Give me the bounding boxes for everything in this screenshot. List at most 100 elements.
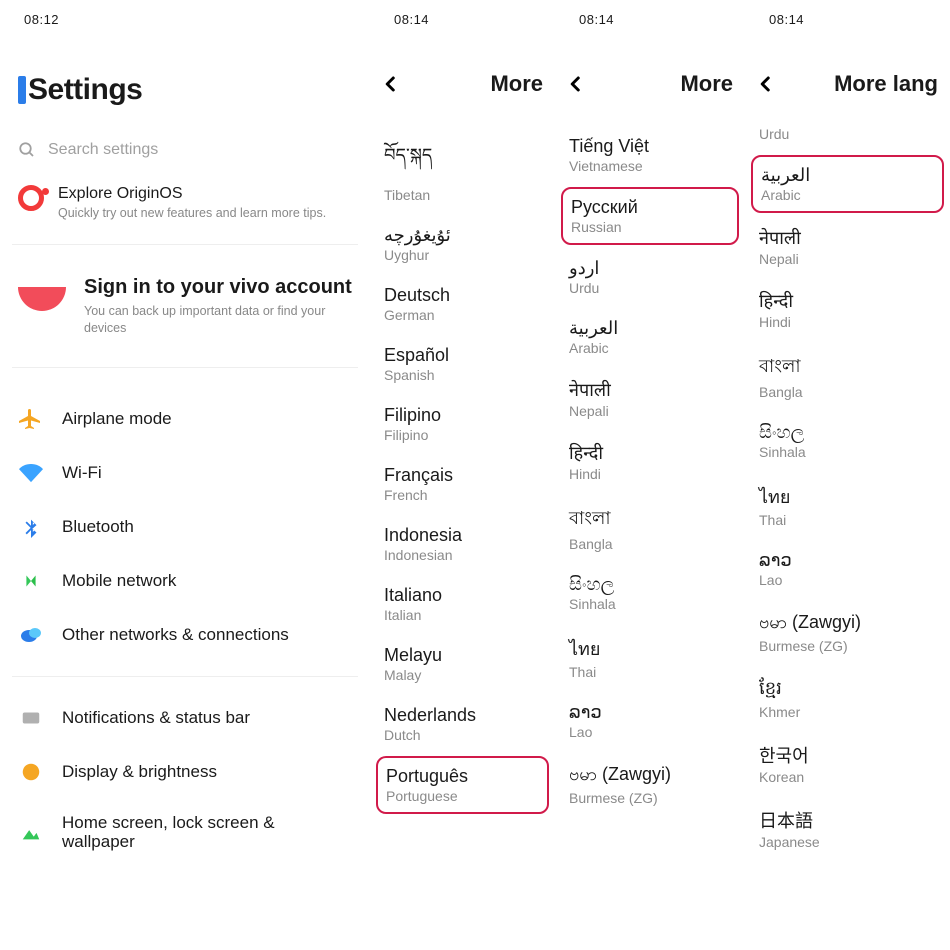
display-icon [18,759,44,785]
language-item[interactable]: Tiếng ViệtVietnamese [567,125,733,185]
language-item[interactable]: සිංහලSinhala [567,563,733,623]
language-item[interactable]: 한국어Korean [757,731,938,796]
language-item[interactable]: বাংলাBangla [567,493,733,563]
sign-in-account[interactable]: Sign in to your vivo account You can bac… [12,245,358,368]
setting-home-screen[interactable]: Home screen, lock screen & wallpaper [12,799,358,866]
language-item[interactable]: ဗမာ (Zawgyi)Burmese (ZG) [567,751,733,817]
setting-bluetooth[interactable]: Bluetooth [12,500,358,554]
language-english: Lao [569,724,731,740]
language-english: Lao [759,572,936,588]
language-item[interactable]: IndonesiaIndonesian [382,514,543,574]
language-list: Tiếng ViệtVietnameseРусскийRussianاردوUr… [567,125,733,817]
language-english: French [384,487,541,503]
back-button[interactable] [382,75,400,93]
language-item[interactable]: नेपालीNepali [567,367,733,430]
language-item[interactable]: العربيةArabic [567,307,733,367]
language-item[interactable]: हिन्दीHindi [567,430,733,493]
settings-title-text: Settings [28,73,142,107]
language-item[interactable]: EspañolSpanish [382,334,543,394]
language-item[interactable]: ລາວLao [757,539,938,599]
header-title: More [490,71,543,97]
status-time: 08:14 [757,0,938,35]
language-native: Indonesia [384,525,541,546]
status-time: 08:14 [567,0,733,35]
language-native: Italiano [384,585,541,606]
language-item[interactable]: हिन्दीHindi [757,278,938,341]
back-button[interactable] [567,75,585,93]
language-english: Indonesian [384,547,541,563]
language-english: Russian [571,219,729,235]
language-item[interactable]: اردوUrdu [567,247,733,307]
language-item[interactable]: РусскийRussian [561,187,739,245]
language-english: Khmer [759,704,936,720]
setting-wifi[interactable]: Wi-Fi [12,446,358,500]
language-item[interactable]: සිංහලSinhala [757,411,938,471]
language-item[interactable]: ไทยThai [567,623,733,691]
language-native: Español [384,345,541,366]
language-native: Tiếng Việt [569,136,731,157]
language-item[interactable]: FilipinoFilipino [382,394,543,454]
language-item[interactable]: DeutschGerman [382,274,543,334]
language-item[interactable]: བོད་སྐདTibetan [382,125,543,214]
setting-label: Other networks & connections [62,625,289,645]
language-english: Filipino [384,427,541,443]
language-native: ລາວ [569,702,731,723]
language-english: Tibetan [384,187,541,203]
language-item[interactable]: NederlandsDutch [382,694,543,754]
setting-mobile-network[interactable]: Mobile network [12,554,358,608]
language-english: Urdu [569,280,731,296]
mobile-network-icon [18,568,44,594]
language-item[interactable]: ລາວLao [567,691,733,751]
language-english: Thai [569,664,731,680]
language-item[interactable]: ខ្មែរKhmer [757,665,938,731]
language-item[interactable]: বাংলাBangla [757,341,938,411]
language-native: नेपाली [759,226,936,250]
explore-originos[interactable]: Explore OriginOS Quickly try out new fea… [12,179,358,245]
language-english: Hindi [759,314,936,330]
language-english: Hindi [569,466,731,482]
language-english: Thai [759,512,936,528]
language-item[interactable]: MelayuMalay [382,634,543,694]
language-item[interactable]: नेपालीNepali [757,215,938,278]
setting-airplane-mode[interactable]: Airplane mode [12,392,358,446]
account-subtitle: You can back up important data or find y… [84,303,352,337]
language-item[interactable]: 日本語Japanese [757,796,938,861]
language-item[interactable]: ئۇيغۇرچەUyghur [382,214,543,274]
page-title: Settings [12,35,358,137]
header-title: More lang [834,71,938,97]
wifi-icon [18,460,44,486]
settings-list: Airplane mode Wi-Fi Bluetooth Mobile net… [12,368,358,866]
language-item[interactable]: ဗမာ (Zawgyi)Burmese (ZG) [757,599,938,665]
language-english: Uyghur [384,247,541,263]
language-native: Français [384,465,541,486]
originos-icon [18,185,44,211]
language-native: हिन्दी [569,441,731,465]
language-native: ไทย [569,634,731,663]
search-input[interactable]: Search settings [12,137,358,179]
bluetooth-icon [18,514,44,540]
language-item[interactable]: ไทยThai [757,471,938,539]
other-networks-icon [18,622,44,648]
explore-text: Explore OriginOS Quickly try out new fea… [58,185,326,222]
header-title: More [680,71,733,97]
language-list: العربيةArabicनेपालीNepaliहिन्दीHindiবাংল… [757,155,938,861]
language-native: ไทย [759,482,936,511]
back-button[interactable] [757,75,775,93]
language-pane-3: 08:14 More Tiếng ViệtVietnameseРусскийRu… [555,0,745,950]
setting-other-networks[interactable]: Other networks & connections [12,608,358,662]
language-item[interactable]: ItalianoItalian [382,574,543,634]
setting-display[interactable]: Display & brightness [12,745,358,799]
language-item[interactable]: FrançaisFrench [382,454,543,514]
chevron-left-icon [382,75,400,93]
language-item[interactable]: العربيةArabic [751,155,944,213]
language-native: བོད་སྐད [384,136,541,186]
home-wallpaper-icon [18,819,44,845]
language-english: Nepali [569,403,731,419]
language-native: 日本語 [759,807,936,833]
language-item[interactable]: PortuguêsPortuguese [376,756,549,814]
setting-notifications[interactable]: Notifications & status bar [12,691,358,745]
language-native: Filipino [384,405,541,426]
language-english: Portuguese [386,788,539,804]
language-item-partial[interactable]: Urdu [757,126,938,153]
sub-header: More [382,35,543,125]
